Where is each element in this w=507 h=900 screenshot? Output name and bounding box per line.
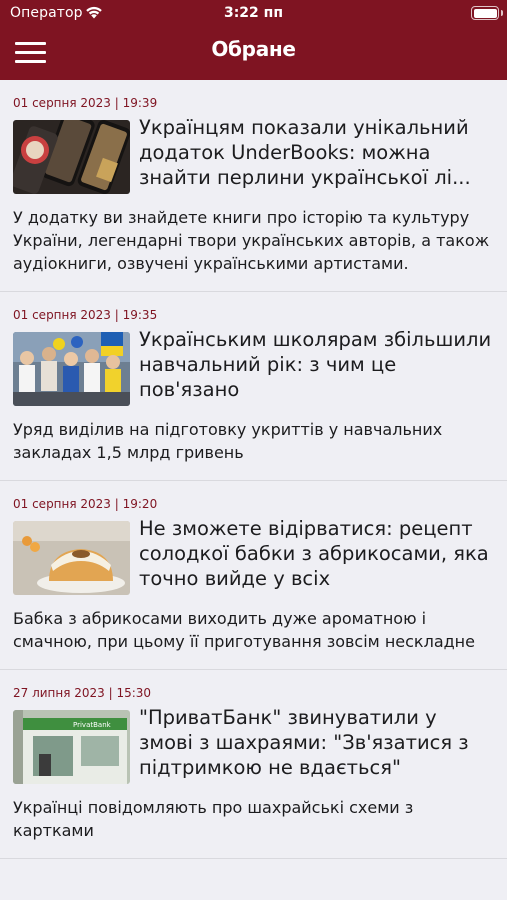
article-headline: Українцям показали унікальний додаток Un…	[139, 116, 471, 189]
article-thumbnail	[13, 120, 130, 194]
article-date: 01 серпня 2023 | 19:35	[13, 308, 158, 322]
article-summary: Українці повідомляють про шахрайські схе…	[13, 798, 414, 840]
article-thumbnail	[13, 332, 130, 406]
article-thumbnail	[13, 521, 130, 595]
article-item[interactable]: 27 липня 2023 | 15:30 PrivatBank "Приват…	[0, 670, 507, 859]
clock: 3:22 пп	[223, 5, 284, 21]
article-item[interactable]: 01 серпня 2023 | 19:20 Не зможете відірв…	[0, 481, 507, 670]
article-item[interactable]: 01 серпня 2023 | 19:39 Українцям показал…	[0, 80, 507, 292]
battery-icon	[471, 6, 499, 20]
article-headline: Українським школярам збільшили навчальни…	[139, 328, 492, 401]
article-headline: "ПриватБанк" звинуватили у змові з шахра…	[139, 706, 469, 779]
article-summary: Уряд виділив на підготовку укриттів у на…	[13, 420, 443, 462]
article-date: 01 серпня 2023 | 19:39	[13, 96, 158, 110]
article-date: 01 серпня 2023 | 19:20	[13, 497, 158, 511]
status-bar: Оператор 3:22 пп	[0, 0, 507, 28]
navigation-bar: Обране	[0, 28, 507, 80]
article-date: 27 липня 2023 | 15:30	[13, 686, 152, 700]
article-item[interactable]: 01 серпня 2023 | 19:35 Українським школя…	[0, 292, 507, 481]
article-summary: У додатку ви знайдете книги про історію …	[13, 208, 490, 273]
page-title: Обране	[211, 37, 296, 61]
svg-text:PrivatBank: PrivatBank	[73, 721, 112, 729]
article-thumbnail: PrivatBank	[13, 710, 130, 784]
favorites-list: 01 серпня 2023 | 19:39 Українцям показал…	[0, 80, 507, 859]
article-summary: Бабка з абрикосами виходить дуже ароматн…	[13, 609, 475, 651]
article-headline: Не зможете відірватися: рецепт солодкої …	[139, 517, 489, 590]
app-header: Оператор 3:22 пп Обране	[0, 0, 507, 80]
